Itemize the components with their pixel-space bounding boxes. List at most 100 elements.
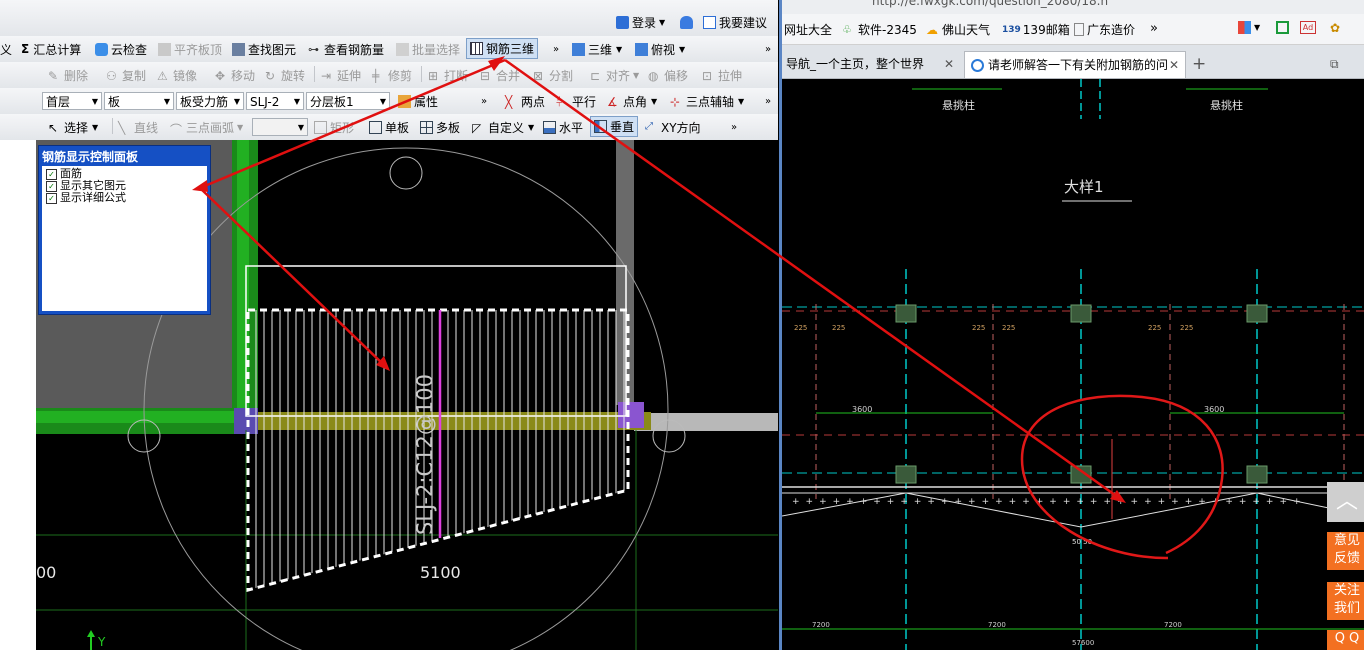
overflow-chevron-icon[interactable]: »: [765, 36, 771, 62]
toolbar-draw: ↖ 选择 ▼ ╲ 直线 ⌒ 三点画弧 ▼ ▼ 矩形 单板 多板 ◸ 自定义 ▼ 水平 垂直 ⤢…: [0, 114, 778, 141]
settings-icon[interactable]: ✿: [1330, 21, 1346, 35]
chevron-down-icon: ▼: [297, 123, 304, 132]
vertical-icon: [594, 120, 607, 133]
top-bar: 登录 ▼ 我要建议: [0, 0, 778, 37]
overflow-chevron-icon[interactable]: »: [553, 36, 559, 62]
tab-question[interactable]: 请老师解答一下有关附加钢筋的问 ✕: [964, 51, 1186, 78]
split-button[interactable]: ⊠ 分割: [533, 62, 573, 88]
bookmark-item[interactable]: ♧ 软件-2345: [842, 21, 917, 38]
single-board-tool[interactable]: 单板: [369, 114, 409, 140]
panel-option-show-formula[interactable]: ✓ 显示详细公式: [42, 192, 207, 204]
bookmark-item[interactable]: 139 139邮箱: [1002, 21, 1070, 38]
line-tool[interactable]: ╲ 直线: [118, 114, 158, 140]
find-element-button[interactable]: 查找图元: [232, 36, 296, 62]
arc-param-input[interactable]: ▼: [252, 118, 308, 136]
bookmark-item[interactable]: 网址大全: [784, 21, 832, 38]
page-icon: [1074, 23, 1084, 36]
mirror-button[interactable]: ⚠ 镜像: [157, 62, 197, 88]
close-icon[interactable]: ✕: [944, 51, 954, 77]
cursor-icon: ↖: [48, 120, 59, 135]
checkbox-checked-icon[interactable]: ✓: [46, 168, 57, 180]
name-select[interactable]: SLJ-2 ▼: [246, 92, 304, 110]
vertical-tool[interactable]: 垂直: [590, 116, 639, 137]
batch-icon: [396, 42, 409, 56]
menu-partial[interactable]: 义: [0, 36, 12, 62]
rect-tool[interactable]: 矩形: [314, 114, 354, 140]
flat-top-button[interactable]: 平齐板顶: [158, 36, 222, 62]
apps-icon[interactable]: ▼: [1238, 21, 1260, 34]
tab-nav[interactable]: 导航_一个主页，整个世界 ✕: [782, 51, 960, 77]
message-icon: [703, 15, 716, 29]
floor-select[interactable]: 首层 ▼: [42, 92, 102, 110]
more-bookmarks-icon[interactable]: »: [1150, 21, 1158, 36]
address-bar[interactable]: http://e.fwxgk.com/question_2080/18.h: [782, 0, 1364, 15]
arc-tool[interactable]: ⌒ 三点画弧 ▼: [170, 114, 243, 140]
feedback-button[interactable]: 我要建议: [703, 12, 767, 32]
close-icon[interactable]: ✕: [1166, 52, 1179, 78]
extend-button[interactable]: ⇥ 延伸: [321, 62, 361, 88]
offset-button[interactable]: ◍ 偏移: [648, 62, 688, 88]
new-tab-button[interactable]: +: [1192, 51, 1212, 77]
break-button[interactable]: ⊞ 打断: [428, 62, 468, 88]
overflow-chevron-icon[interactable]: »: [731, 114, 737, 140]
custom-tool[interactable]: ◸ 自定义 ▼: [472, 114, 534, 140]
url-text: http://e.fwxgk.com/question_2080/18.h: [872, 0, 1109, 8]
overflow-chevron-icon[interactable]: »: [481, 88, 487, 114]
bookmark-item[interactable]: ☁ 佛山天气: [926, 21, 990, 38]
qq-button[interactable]: Q Q: [1327, 630, 1364, 650]
rebar-display-panel: 钢筋显示控制面板 ✓ 面筋 ✓ 显示其它图元 ✓ 显示详细公式: [38, 145, 211, 315]
two-points-button[interactable]: ╳ 两点: [505, 88, 545, 114]
checkbox-checked-icon[interactable]: ✓: [46, 192, 57, 204]
overflow-chevron-icon[interactable]: »: [765, 88, 771, 114]
axis-y-label: Y: [97, 635, 106, 649]
feedback-side-button[interactable]: 意见 反馈: [1327, 532, 1364, 570]
rotate-icon: ↻: [265, 68, 276, 83]
pdf-icon[interactable]: Ad: [1300, 21, 1319, 34]
user-icon: [616, 15, 629, 29]
stretch-button[interactable]: ⊡ 拉伸: [702, 62, 742, 88]
login-button[interactable]: 登录 ▼: [616, 12, 665, 32]
rotate-button[interactable]: ↻ 旋转: [265, 62, 305, 88]
binoculars-icon: [232, 42, 245, 56]
dimension-2: 3600: [1204, 405, 1224, 414]
reader-icon[interactable]: [1276, 21, 1292, 34]
layer-select[interactable]: 分层板1 ▼: [306, 92, 390, 110]
svg-text:57600: 57600: [1072, 639, 1094, 647]
merge-button[interactable]: ⊟ 合并: [480, 62, 520, 88]
three-point-aux-button[interactable]: ⊹ 三点辅轴 ▼: [670, 88, 744, 114]
delete-button[interactable]: ✎ 删除: [48, 62, 88, 88]
browser-window: http://e.fwxgk.com/question_2080/18.h 网址…: [779, 0, 1364, 650]
drawing-title: 大样1: [1064, 178, 1104, 196]
select-tool[interactable]: ↖ 选择 ▼: [48, 114, 98, 140]
category-select[interactable]: 板 ▼: [104, 92, 174, 110]
xy-direction-tool[interactable]: ⤢ XY方向: [645, 114, 701, 140]
horizontal-tool[interactable]: 水平: [543, 114, 583, 140]
property-button[interactable]: 属性: [398, 88, 438, 114]
checkbox-checked-icon[interactable]: ✓: [46, 180, 57, 192]
multi-board-tool[interactable]: 多板: [420, 114, 460, 140]
view-rebar-button[interactable]: ⊶ 查看钢筋量: [308, 36, 384, 62]
aux-axis-icon: ⊹: [670, 94, 681, 109]
calc-button[interactable]: Σ 汇总计算: [21, 36, 81, 62]
restore-tabs-icon[interactable]: ⧉: [1330, 51, 1350, 77]
cad-application: 登录 ▼ 我要建议 义 Σ 汇总计算 云检查 平齐板顶 查找图元 ⊶ 查看钢筋量 批…: [0, 0, 778, 650]
move-button[interactable]: ✥ 移动: [215, 62, 255, 88]
bell-icon[interactable]: [680, 12, 696, 32]
point-angle-button[interactable]: ∡ 点角 ▼: [607, 88, 657, 114]
cloud-check-button[interactable]: 云检查: [95, 36, 147, 62]
batch-select-button[interactable]: 批量选择: [396, 36, 460, 62]
back-to-top-button[interactable]: ︿: [1327, 482, 1364, 522]
copy-button[interactable]: ⚇ 复制: [106, 62, 146, 88]
view-3d-dropdown[interactable]: 三维 ▼: [572, 36, 622, 62]
type-select[interactable]: 板受力筋 ▼: [176, 92, 244, 110]
trim-button[interactable]: ╪ 修剪: [372, 62, 412, 88]
rebar-3d-button[interactable]: 钢筋三维: [466, 38, 539, 59]
tab-strip: 导航_一个主页，整个世界 ✕ 请老师解答一下有关附加钢筋的问 ✕ + ⧉: [782, 45, 1364, 79]
follow-us-button[interactable]: 关注 我们: [1327, 582, 1364, 620]
align-button[interactable]: ⊏ 对齐 ▼: [590, 62, 639, 88]
parallel-button[interactable]: ⫩ 平行: [556, 88, 596, 114]
drawing-header-right: 悬挑柱: [1210, 98, 1243, 112]
drawing-header-left: 悬挑柱: [942, 98, 975, 112]
top-view-dropdown[interactable]: 俯视 ▼: [635, 36, 685, 62]
bookmark-item[interactable]: 广东造价: [1074, 21, 1135, 38]
